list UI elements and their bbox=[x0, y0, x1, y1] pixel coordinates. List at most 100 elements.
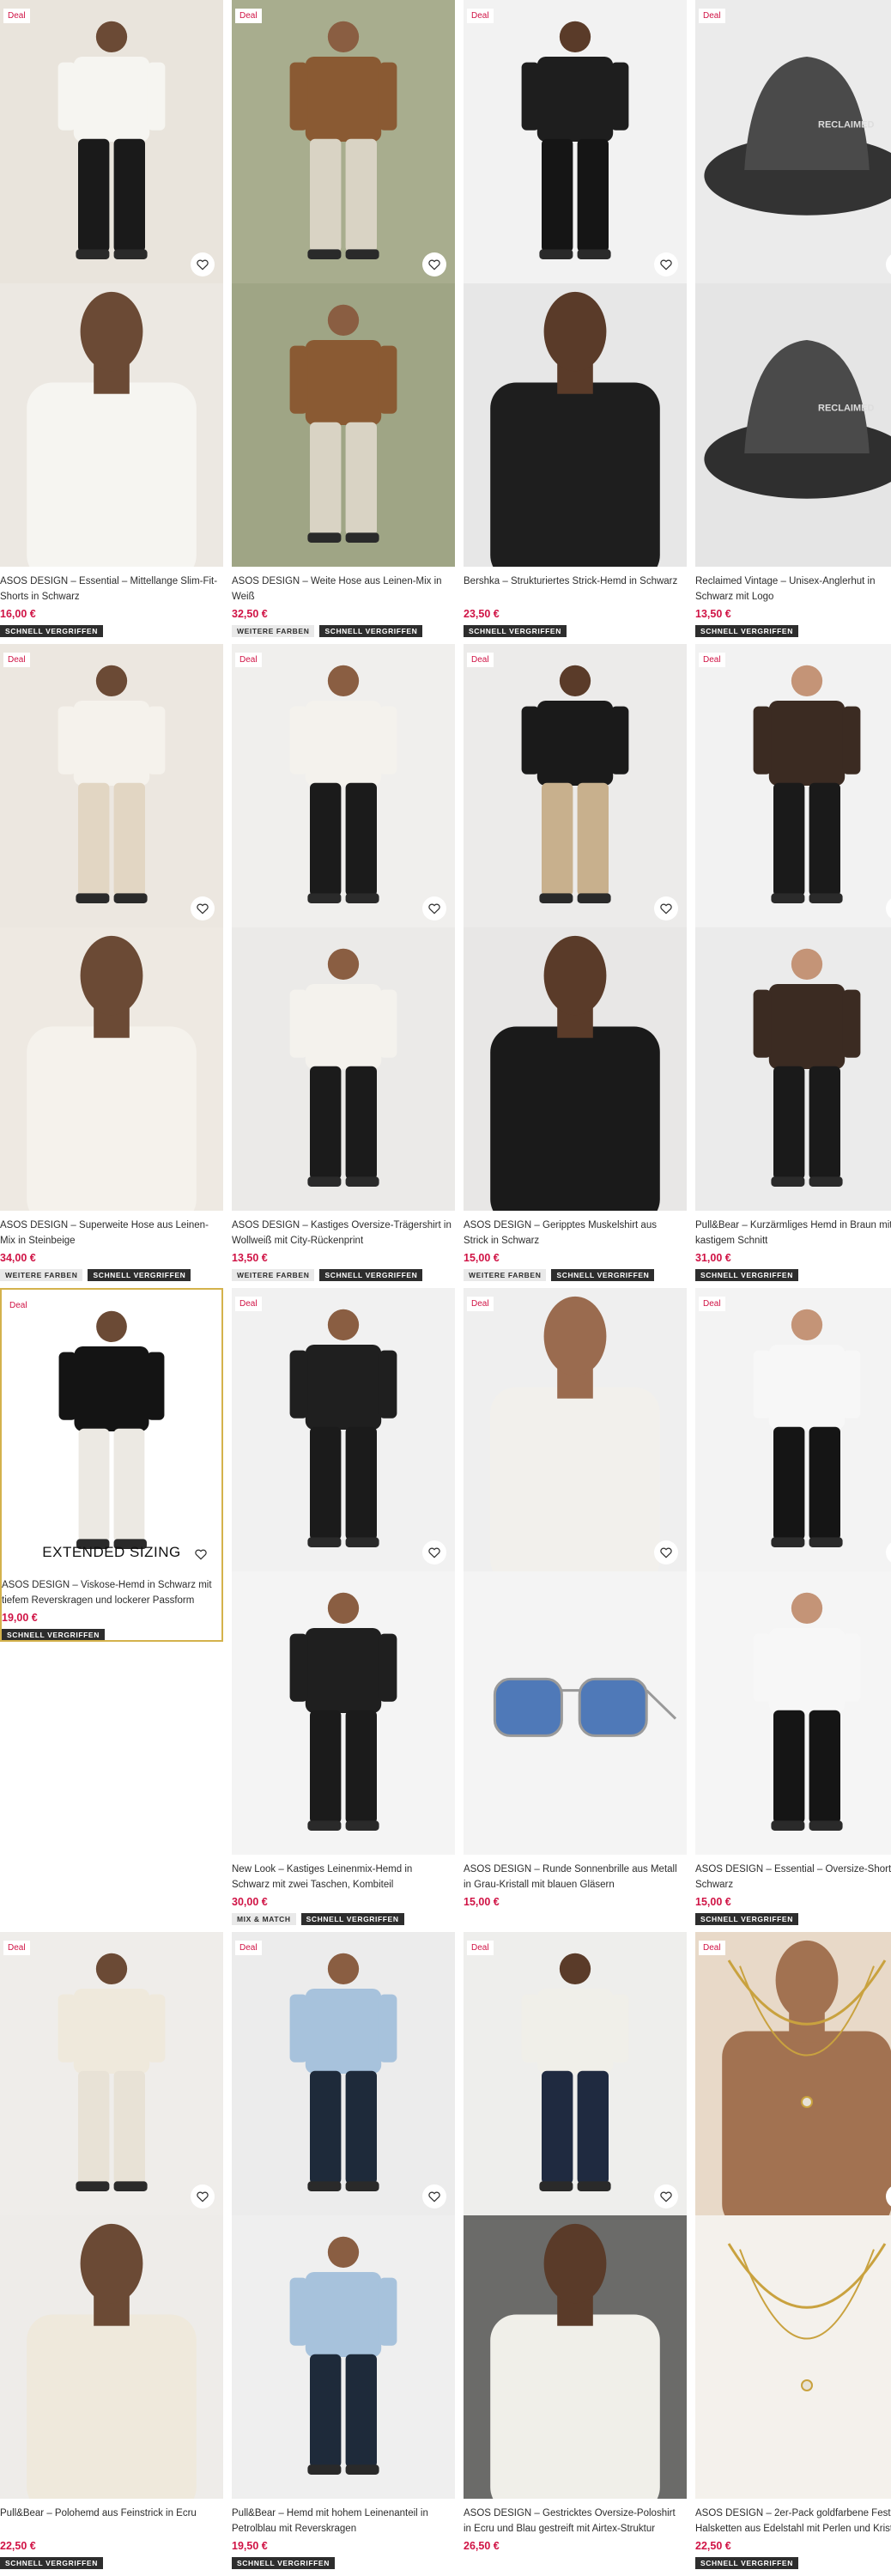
more-colors-badge[interactable]: WEITERE FARBEN bbox=[232, 625, 315, 637]
product-image-alt[interactable] bbox=[232, 2215, 455, 2499]
quick-buy-badge[interactable]: SCHNELL VERGRIFFEN bbox=[232, 2557, 335, 2569]
product-image-alt[interactable] bbox=[0, 283, 223, 567]
quick-buy-badge[interactable]: SCHNELL VERGRIFFEN bbox=[695, 625, 798, 637]
product-image-alt[interactable] bbox=[695, 2215, 891, 2499]
product-image-alt[interactable] bbox=[464, 2215, 687, 2499]
product-image[interactable]: Deal bbox=[0, 0, 223, 283]
product-image[interactable]: Deal bbox=[464, 644, 687, 927]
more-colors-badge[interactable]: WEITERE FARBEN bbox=[464, 1269, 547, 1281]
product-photo bbox=[289, 1953, 397, 2191]
product-title[interactable]: ASOS DESIGN – Viskose-Hemd in Schwarz mi… bbox=[2, 1577, 221, 1608]
product-image-alt[interactable] bbox=[0, 927, 223, 1211]
product-title[interactable]: ASOS DESIGN – Superweite Hose aus Leinen… bbox=[0, 1218, 223, 1249]
product-card[interactable]: Deal ASOS DESIGN – Superweite Hose aus L… bbox=[0, 644, 223, 1284]
heart-icon[interactable] bbox=[422, 896, 446, 920]
product-image[interactable]: Deal bbox=[0, 644, 223, 927]
quick-buy-badge[interactable]: SCHNELL VERGRIFFEN bbox=[319, 1269, 423, 1281]
quick-buy-badge[interactable]: SCHNELL VERGRIFFEN bbox=[551, 1269, 655, 1281]
product-image[interactable]: RECLAIMED Deal bbox=[695, 0, 891, 283]
product-image-alt[interactable] bbox=[0, 2215, 223, 2499]
product-title[interactable]: Bershka – Strukturiertes Strick-Hemd in … bbox=[464, 574, 687, 589]
heart-icon[interactable] bbox=[654, 896, 678, 920]
product-card[interactable]: Deal EXTENDED SIZING ASOS DESIGN – Viskose… bbox=[0, 1288, 223, 1642]
heart-icon[interactable] bbox=[654, 1540, 678, 1564]
heart-icon[interactable] bbox=[654, 2184, 678, 2208]
badge-row: SCHNELL VERGRIFFEN bbox=[695, 1269, 798, 1281]
product-image-alt[interactable] bbox=[464, 927, 687, 1211]
product-image-alt[interactable] bbox=[464, 1571, 687, 1855]
product-card[interactable]: Deal ASOS DESIGN – Weite Hose aus Leinen… bbox=[232, 0, 455, 640]
heart-icon[interactable] bbox=[422, 252, 446, 276]
quick-buy-badge[interactable]: SCHNELL VERGRIFFEN bbox=[695, 1269, 798, 1281]
product-image-alt[interactable] bbox=[695, 1571, 891, 1855]
more-colors-badge[interactable]: WEITERE FARBEN bbox=[0, 1269, 83, 1281]
product-card[interactable]: Deal Bershka – Strukturiertes Strick-Hem… bbox=[464, 0, 687, 640]
product-card[interactable]: Deal ASOS DESIGN – Runde Sonnenbrille au… bbox=[464, 1288, 687, 1928]
product-card[interactable]: Deal ASOS DESIGN – Gestricktes Oversize-… bbox=[464, 1932, 687, 2572]
more-colors-badge[interactable]: WEITERE FARBEN bbox=[232, 1269, 315, 1281]
product-image[interactable]: Deal bbox=[232, 0, 455, 283]
quick-buy-badge[interactable]: SCHNELL VERGRIFFEN bbox=[0, 625, 103, 637]
product-image[interactable]: Deal bbox=[695, 1932, 891, 2215]
deal-badge: Deal bbox=[235, 9, 262, 23]
product-title[interactable]: Pull&Bear – Kurzärmliges Hemd in Braun m… bbox=[695, 1218, 891, 1249]
heart-icon[interactable] bbox=[191, 896, 215, 920]
product-title[interactable]: New Look – Kastiges Leinenmix-Hemd in Sc… bbox=[232, 1862, 455, 1893]
quick-buy-badge[interactable]: SCHNELL VERGRIFFEN bbox=[0, 2557, 103, 2569]
product-title[interactable]: ASOS DESIGN – Geripptes Muskelshirt aus … bbox=[464, 1218, 687, 1249]
product-title[interactable]: ASOS DESIGN – Weite Hose aus Leinen-Mix … bbox=[232, 574, 455, 605]
quick-buy-badge[interactable]: SCHNELL VERGRIFFEN bbox=[695, 2557, 798, 2569]
product-card[interactable]: Deal New Look – Kastiges Leinenmix-Hemd … bbox=[232, 1288, 455, 1928]
heart-icon[interactable] bbox=[422, 1540, 446, 1564]
product-image[interactable]: Deal bbox=[232, 644, 455, 927]
deal-badge: Deal bbox=[3, 9, 30, 23]
product-image-alt[interactable] bbox=[232, 1571, 455, 1855]
product-image[interactable]: Deal bbox=[232, 1288, 455, 1571]
quick-buy-badge[interactable]: SCHNELL VERGRIFFEN bbox=[88, 1269, 191, 1281]
heart-icon[interactable] bbox=[189, 1542, 213, 1566]
product-image-alt[interactable]: RECLAIMED bbox=[695, 283, 891, 567]
product-card[interactable]: RECLAIMED Deal RECLAIMED Reclaimed Vintage… bbox=[695, 0, 891, 640]
product-card[interactable]: Deal Pull&Bear – Hemd mit hohem Leinenan… bbox=[232, 1932, 455, 2572]
product-title[interactable]: ASOS DESIGN – Runde Sonnenbrille aus Met… bbox=[464, 1862, 687, 1893]
product-image[interactable]: Deal bbox=[464, 0, 687, 283]
product-photo bbox=[753, 665, 861, 903]
product-title[interactable]: Reclaimed Vintage – Unisex-Anglerhut in … bbox=[695, 574, 891, 605]
product-card[interactable]: Deal ASOS DESIGN – Essential – Mittellan… bbox=[0, 0, 223, 640]
product-title[interactable]: ASOS DESIGN – Essential – Oversize-Short… bbox=[695, 1862, 891, 1893]
product-title[interactable]: ASOS DESIGN – Kastiges Oversize-Trägersh… bbox=[232, 1218, 455, 1249]
product-card[interactable]: Deal Pull&Bear – Polohemd aus Feinstrick… bbox=[0, 1932, 223, 2572]
product-title[interactable]: ASOS DESIGN – Gestricktes Oversize-Polos… bbox=[464, 2506, 687, 2537]
product-image[interactable]: Deal bbox=[464, 1288, 687, 1571]
product-card[interactable]: Deal ASOS DESIGN – 2er-Pack goldfarbene … bbox=[695, 1932, 891, 2572]
quick-buy-badge[interactable]: SCHNELL VERGRIFFEN bbox=[300, 1913, 404, 1925]
product-title[interactable]: ASOS DESIGN – Essential – Mittellange Sl… bbox=[0, 574, 223, 605]
quick-buy-badge[interactable]: SCHNELL VERGRIFFEN bbox=[2, 1629, 105, 1640]
heart-icon[interactable] bbox=[191, 252, 215, 276]
product-image[interactable]: Deal EXTENDED SIZING bbox=[2, 1290, 221, 1573]
product-image[interactable]: Deal bbox=[0, 1932, 223, 2215]
product-image[interactable]: Deal bbox=[695, 644, 891, 927]
heart-icon[interactable] bbox=[654, 252, 678, 276]
product-image[interactable]: Deal bbox=[232, 1932, 455, 2215]
product-image[interactable]: Deal bbox=[464, 1932, 687, 2215]
product-card[interactable]: Deal ASOS DESIGN – Geripptes Muskelshirt… bbox=[464, 644, 687, 1284]
heart-icon[interactable] bbox=[422, 2184, 446, 2208]
product-image-alt[interactable] bbox=[464, 283, 687, 567]
heart-icon[interactable] bbox=[191, 2184, 215, 2208]
product-card[interactable]: Deal ASOS DESIGN – Kastiges Oversize-Trä… bbox=[232, 644, 455, 1284]
quick-buy-badge[interactable]: SCHNELL VERGRIFFEN bbox=[464, 625, 567, 637]
product-image[interactable]: Deal bbox=[695, 1288, 891, 1571]
product-title[interactable]: Pull&Bear – Hemd mit hohem Leinenanteil … bbox=[232, 2506, 455, 2537]
product-card[interactable]: Deal ASOS DESIGN – Essential – Oversize-… bbox=[695, 1288, 891, 1928]
product-title[interactable]: Pull&Bear – Polohemd aus Feinstrick in E… bbox=[0, 2506, 223, 2521]
product-card[interactable]: Deal Pull&Bear – Kurzärmliges Hemd in Br… bbox=[695, 644, 891, 1284]
mix-match-badge[interactable]: MIX & MATCH bbox=[232, 1913, 296, 1925]
product-title[interactable]: ASOS DESIGN – 2er-Pack goldfarbene Festi… bbox=[695, 2506, 891, 2537]
deal-badge: Deal bbox=[467, 1297, 494, 1311]
quick-buy-badge[interactable]: SCHNELL VERGRIFFEN bbox=[695, 1913, 798, 1925]
product-image-alt[interactable] bbox=[695, 927, 891, 1211]
product-image-alt[interactable] bbox=[232, 927, 455, 1211]
product-image-alt[interactable] bbox=[232, 283, 455, 567]
quick-buy-badge[interactable]: SCHNELL VERGRIFFEN bbox=[319, 625, 423, 637]
